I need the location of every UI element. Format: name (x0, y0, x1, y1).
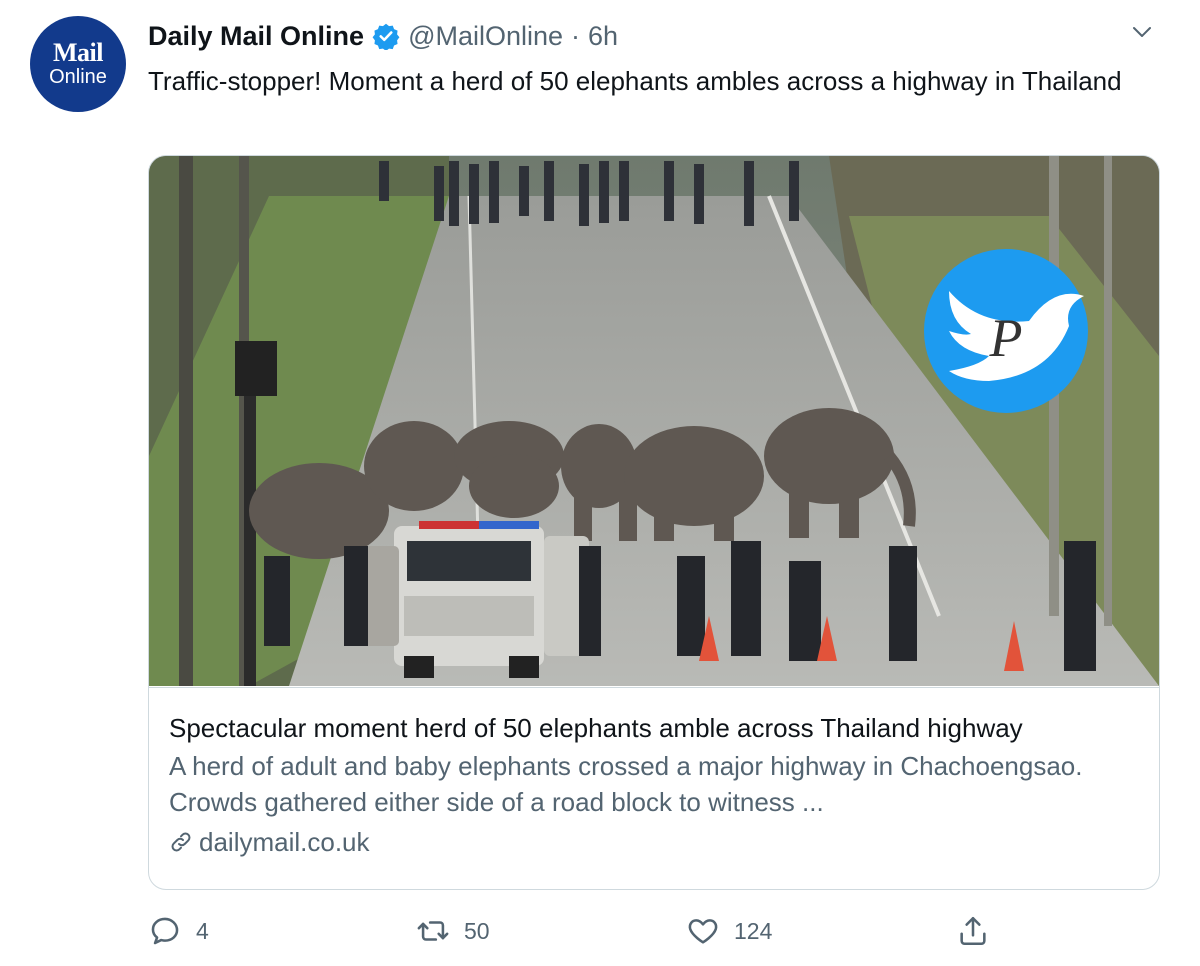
reply-icon (151, 917, 179, 945)
avatar-logo-line1: Mail (53, 38, 104, 67)
tweet-timestamp[interactable]: 6h (588, 21, 618, 52)
tweet: Mail Online Daily Mail Online @MailOnlin… (0, 0, 1200, 966)
reply-button[interactable]: 4 (148, 908, 209, 954)
retweet-count: 50 (464, 917, 490, 944)
like-button[interactable]: 124 (686, 908, 772, 954)
like-count: 124 (734, 917, 773, 944)
card-domain: dailymail.co.uk (169, 824, 1139, 860)
author-name[interactable]: Daily Mail Online (148, 21, 364, 52)
card-body: Spectacular moment herd of 50 elephants … (149, 687, 1159, 889)
link-icon (171, 832, 191, 852)
tweet-header: Daily Mail Online @MailOnline · 6h (148, 18, 618, 54)
avatar-logo-line2: Online (49, 66, 107, 88)
retweet-icon (417, 921, 449, 941)
action-bar: 4 50 124 (148, 908, 1048, 954)
card-description: A herd of adult and baby elephants cross… (169, 751, 1083, 817)
card-image: P (149, 156, 1159, 686)
link-card[interactable]: P Spectacular moment herd of 50 elephant… (148, 155, 1160, 890)
avatar[interactable]: Mail Online (30, 16, 126, 112)
tweet-text: Traffic-stopper! Moment a herd of 50 ele… (148, 66, 1122, 96)
share-button[interactable] (956, 908, 990, 954)
watermark-letter: P (989, 308, 1023, 368)
verified-badge-icon (372, 23, 400, 50)
reply-count: 4 (196, 917, 209, 944)
card-title: Spectacular moment herd of 50 elephants … (169, 713, 1023, 743)
retweet-button[interactable]: 50 (416, 908, 490, 954)
share-icon (960, 916, 986, 946)
heart-icon (688, 919, 718, 944)
separator-dot: · (571, 20, 581, 51)
author-handle[interactable]: @MailOnline (408, 21, 563, 52)
card-domain-text: dailymail.co.uk (199, 827, 370, 857)
chevron-down-icon[interactable] (1130, 20, 1154, 44)
